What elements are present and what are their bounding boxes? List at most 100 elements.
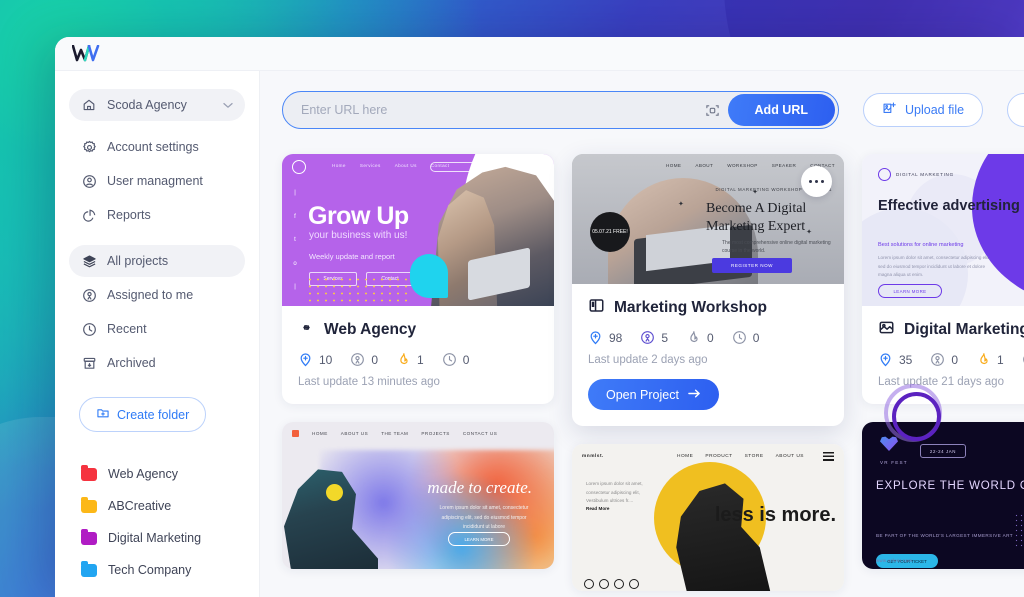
workspace-label: Scoda Agency xyxy=(107,98,187,112)
more-horizontal-icon xyxy=(814,179,819,184)
card-title: Marketing Workshop xyxy=(614,299,768,316)
thumb-heading: Become A Digital Marketing Expert xyxy=(706,201,807,234)
home-icon xyxy=(81,97,97,113)
folder-item-digital-marketing[interactable]: Digital Marketing xyxy=(69,522,245,554)
main-content: Add URL Upload file xyxy=(260,71,1024,597)
stat-fire: 1 xyxy=(396,352,424,367)
folder-label: Digital Marketing xyxy=(108,531,202,545)
project-card-less-is-more[interactable]: mnmlst. HOME PRODUCT STORE ABOUT US Lore… xyxy=(572,444,844,591)
arrow-right-icon xyxy=(688,388,701,402)
folder-list: Web Agency ABCreative Digital Marketing … xyxy=(69,458,245,586)
stat-clock: 0 xyxy=(442,352,470,367)
stat-value: 98 xyxy=(609,330,623,345)
archive-icon xyxy=(81,355,97,371)
thumb-nav-item: SPEAKER xyxy=(771,162,797,168)
sidebar-item-archived[interactable]: Archived xyxy=(69,347,245,379)
stat-pin: 35 xyxy=(878,352,912,367)
image-upload-icon xyxy=(882,101,897,119)
thumb-nav-item: HOME xyxy=(312,430,328,436)
thumb-nav-item: Services xyxy=(359,162,381,168)
card-info: Web Agency 10 0 1 0 Last update 13 minut… xyxy=(282,306,554,404)
layers-icon xyxy=(81,253,97,269)
chevron-down-icon xyxy=(223,98,233,112)
thumb-nav-item: THE TEAM xyxy=(381,430,409,436)
thumb-badge: 05.07.21 FREE! xyxy=(590,212,630,252)
stat-users[interactable]: 5 xyxy=(640,330,668,345)
stat-pin: 10 xyxy=(298,352,332,367)
thumb-button: LEARN MORE xyxy=(878,284,942,298)
thumb-nav-item: WORKSHOP xyxy=(727,162,758,168)
sidebar-item-user-managment[interactable]: User managment xyxy=(69,165,245,197)
made-to-create-thumb: HOME ABOUT US THE TEAM PROJECTS CONTACT … xyxy=(282,422,554,569)
folder-label: ABCreative xyxy=(108,499,172,513)
card-info: Marketing Workshop 98 5 0 0 Last update … xyxy=(572,284,844,426)
thumb-readmore: Read More xyxy=(586,506,610,511)
thumb-nav-item: ABOUT xyxy=(695,162,714,168)
card-stats: 98 5 0 0 xyxy=(588,330,828,345)
sidebar-item-account-settings[interactable]: Account settings xyxy=(69,131,245,163)
card-stats: 10 0 1 0 xyxy=(298,352,538,367)
sidebar-workspace-selector[interactable]: Scoda Agency xyxy=(69,89,245,121)
open-project-button[interactable]: Open Project xyxy=(588,379,719,410)
thumb-line: Weekly update and report xyxy=(309,252,395,261)
project-card-made-to-create[interactable]: HOME ABOUT US THE TEAM PROJECTS CONTACT … xyxy=(282,422,554,569)
user-circle-icon xyxy=(81,173,97,189)
project-grid: Home Services About Us Contact | f t o | Gro… xyxy=(282,154,1024,597)
grid-column: Home Services About Us Contact | f t o | Gro… xyxy=(282,154,554,587)
project-card-vr-fest[interactable]: VR FEST 22-24 JAN HOME ABOUT EXPLOR xyxy=(862,422,1024,569)
folder-label: Tech Company xyxy=(108,563,192,577)
weje-logo[interactable] xyxy=(72,45,100,62)
folder-icon xyxy=(81,560,97,577)
sidebar-item-assigned-to-me[interactable]: Assigned to me xyxy=(69,279,245,311)
sidebar-item-label: Archived xyxy=(107,356,156,370)
sidebar-divider xyxy=(69,233,245,245)
thumb-nav-item: HOME xyxy=(666,162,682,168)
project-card-marketing-workshop[interactable]: 05.07.21 FREE! HOME ABOUT WORKSHOP SPEAK… xyxy=(572,154,844,426)
upload-file-button[interactable]: Upload file xyxy=(863,93,984,127)
stat-value: 0 xyxy=(951,352,959,367)
sidebar-item-label: User managment xyxy=(107,174,203,188)
folder-icon xyxy=(81,496,97,513)
stat-value: 35 xyxy=(899,352,913,367)
create-folder-button[interactable]: Create folder xyxy=(79,397,207,432)
marketing-workshop-thumb: 05.07.21 FREE! HOME ABOUT WORKSHOP SPEAK… xyxy=(572,154,844,284)
project-card-web-agency[interactable]: Home Services About Us Contact | f t o | Gro… xyxy=(282,154,554,404)
thumb-nav-item: HOME xyxy=(676,453,694,459)
url-input[interactable] xyxy=(283,92,698,128)
vr-fest-thumb: VR FEST 22-24 JAN HOME ABOUT EXPLOR xyxy=(862,422,1024,569)
thumb-sub: your business with us! xyxy=(309,230,408,241)
clock-icon xyxy=(81,321,97,337)
less-is-more-thumb: mnmlst. HOME PRODUCT STORE ABOUT US Lore… xyxy=(572,444,844,591)
sidebar: Scoda Agency Account settings User manag… xyxy=(55,71,260,597)
new-board-button[interactable]: New board xyxy=(1007,93,1024,127)
create-folder-label: Create folder xyxy=(117,407,190,422)
stat-value: 0 xyxy=(462,352,470,367)
stat-value: 1 xyxy=(417,352,424,367)
project-card-digital-marketing[interactable]: DIGITAL MARKETING Effective advertising … xyxy=(862,154,1024,404)
card-more-options-button[interactable] xyxy=(801,166,832,197)
folder-item-abcreative[interactable]: ABCreative xyxy=(69,490,245,522)
folder-item-tech-company[interactable]: Tech Company xyxy=(69,554,245,586)
thumb-cta: REGISTER NOW xyxy=(712,258,792,273)
folder-item-web-agency[interactable]: Web Agency xyxy=(69,458,245,490)
link-icon xyxy=(298,319,315,341)
user-pin-icon xyxy=(81,287,97,303)
stat-value: 10 xyxy=(319,352,333,367)
card-updated: Last update 13 minutes ago xyxy=(298,376,440,388)
scan-frame-icon[interactable] xyxy=(698,92,728,128)
card-updated: Last update 21 days ago xyxy=(878,376,1004,388)
add-url-button[interactable]: Add URL xyxy=(727,94,835,126)
card-title-row: Digital Marketing xyxy=(878,319,1024,341)
sidebar-item-label: Reports xyxy=(107,208,151,222)
grid-column: DIGITAL MARKETING Effective advertising … xyxy=(862,154,1024,587)
sidebar-item-reports[interactable]: Reports xyxy=(69,199,245,231)
thumb-date: 22-24 JAN xyxy=(920,444,966,458)
sidebar-item-all-projects[interactable]: All projects xyxy=(69,245,245,277)
thumb-nav-item: PROJECTS xyxy=(421,430,450,436)
thumb-sub: Best solutions for online marketing xyxy=(878,242,964,248)
sidebar-item-recent[interactable]: Recent xyxy=(69,313,245,345)
thumb-nav-item: Home xyxy=(332,162,346,168)
upload-file-label: Upload file xyxy=(905,103,965,117)
stat-fire: 0 xyxy=(686,330,714,345)
card-title-row: Marketing Workshop xyxy=(588,297,828,319)
